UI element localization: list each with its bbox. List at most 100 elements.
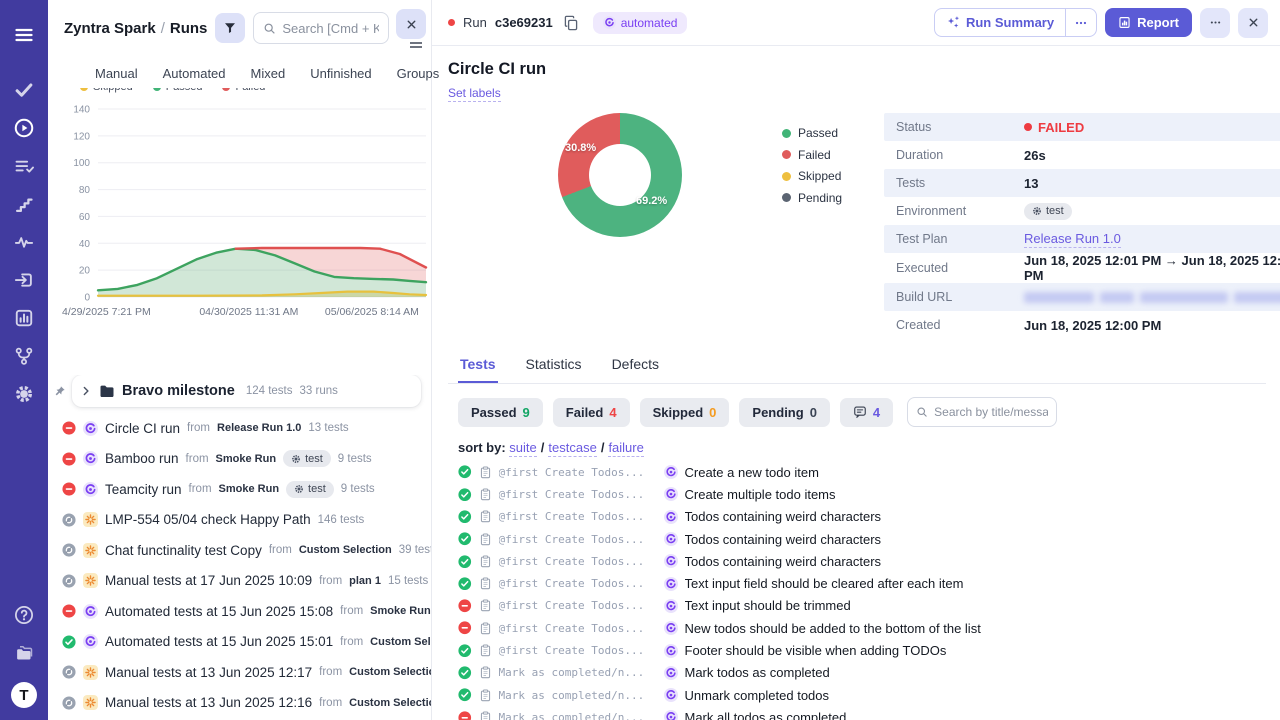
projects-folder-icon[interactable] — [14, 643, 34, 663]
detail-label: Created — [896, 318, 1024, 332]
run-list-item[interactable]: Circle CI run from Release Run 1.0 13 te… — [48, 413, 431, 444]
detail-row-environment: Environmenttest — [884, 197, 1280, 225]
run-list-item[interactable]: LMP-554 05/04 check Happy Path 146 tests — [48, 505, 431, 536]
test-list-item[interactable]: @first Create Todos... Todos containing … — [458, 528, 1266, 550]
run-source: Release Run 1.0 — [217, 422, 301, 434]
donut-failed-label: 30.8% — [565, 142, 596, 154]
run-list-item[interactable]: Automated tests at 15 Jun 2025 15:08 fro… — [48, 596, 431, 627]
more-actions-button[interactable] — [1200, 8, 1230, 38]
import-icon[interactable] — [14, 270, 34, 290]
clipboard-icon — [479, 622, 492, 635]
nav-rail: T — [0, 0, 48, 720]
run-list-item[interactable]: Manual tests at 13 Jun 2025 12:16 from C… — [48, 688, 431, 719]
test-list-item[interactable]: @first Create Todos... Todos containing … — [458, 550, 1266, 572]
run-name: Manual tests at 17 Jun 2025 10:09 — [105, 573, 312, 588]
test-list-item[interactable]: Mark as completed/n... Unmark completed … — [458, 684, 1266, 706]
test-status-icon — [458, 599, 472, 613]
run-list-item[interactable]: Automated tests at 15 Jun 2025 15:01 fro… — [48, 627, 431, 658]
run-label: Run — [463, 15, 487, 30]
run-from-label: from — [340, 636, 363, 648]
run-status-icon — [62, 665, 76, 679]
topbar-actions: Run Summary Report — [934, 8, 1268, 38]
test-list-item[interactable]: @first Create Todos... Footer should be … — [458, 639, 1266, 661]
test-list-item[interactable]: @first Create Todos... Create a new todo… — [458, 461, 1266, 483]
automated-icon — [664, 710, 678, 720]
left-tab-groups[interactable]: Groups — [397, 66, 440, 81]
chip-failed[interactable]: Failed4 — [553, 398, 630, 427]
test-list-item[interactable]: @first Create Todos... Todos containing … — [458, 506, 1266, 528]
sort-by-suite[interactable]: suite — [509, 440, 536, 457]
left-tab-unfinished[interactable]: Unfinished — [310, 66, 371, 81]
left-tab-automated[interactable]: Automated — [163, 66, 226, 81]
tab-defects[interactable]: Defects — [610, 356, 661, 383]
breadcrumb-project[interactable]: Zyntra Spark — [64, 20, 156, 37]
run-name: Manual tests at 13 Jun 2025 12:16 — [105, 695, 312, 710]
milestones-stairs-icon[interactable] — [14, 194, 34, 214]
left-tab-mixed[interactable]: Mixed — [251, 66, 286, 81]
help-icon[interactable] — [14, 605, 34, 625]
gear-icon — [291, 454, 301, 464]
run-name: Chat functinality test Copy — [105, 543, 262, 558]
tab-tests[interactable]: Tests — [458, 356, 498, 383]
close-run-button[interactable] — [1238, 8, 1268, 38]
run-status-dot — [448, 19, 455, 26]
tab-statistics[interactable]: Statistics — [524, 356, 584, 383]
set-labels-link[interactable]: Set labels — [448, 86, 501, 102]
run-list-item[interactable]: Teamcity run from Smoke Run test 9 tests — [48, 474, 431, 505]
pulse-activity-icon[interactable] — [14, 232, 34, 252]
test-list-item[interactable]: @first Create Todos... Create multiple t… — [458, 483, 1266, 505]
chip-comments[interactable]: 4 — [840, 398, 893, 427]
runs-trend-chart: 0204060801001201404/29/2025 7:21 PM04/30… — [60, 97, 432, 323]
breadcrumb-section[interactable]: Runs — [170, 20, 208, 37]
test-list-item[interactable]: Mark as completed/n... Mark todos as com… — [458, 662, 1266, 684]
automated-icon — [664, 599, 678, 613]
filter-button[interactable] — [215, 13, 245, 43]
test-list-item[interactable]: @first Create Todos... New todos should … — [458, 617, 1266, 639]
sort-by-failure[interactable]: failure — [608, 440, 643, 457]
run-name: Automated tests at 15 Jun 2025 15:08 — [105, 604, 333, 619]
chip-pending[interactable]: Pending0 — [739, 398, 830, 427]
test-list-item[interactable]: Mark as completed/n... Mark all todos as… — [458, 706, 1266, 720]
close-panel-button[interactable] — [396, 9, 426, 39]
chevron-right-icon[interactable] — [80, 385, 92, 397]
copy-icon[interactable] — [563, 15, 579, 31]
run-list-item[interactable]: Manual tests at 17 Jun 2025 10:09 from p… — [48, 566, 431, 597]
report-button[interactable]: Report — [1105, 8, 1192, 37]
automated-icon — [664, 621, 678, 635]
test-plan-link[interactable]: Release Run 1.0 — [1024, 231, 1121, 248]
result-filter-chips: Passed9 Failed4 Skipped0 Pending0 4 — [448, 384, 1266, 427]
plans-list-check-icon[interactable] — [14, 156, 34, 176]
settings-gear-icon[interactable] — [14, 384, 34, 404]
left-tab-manual[interactable]: Manual — [95, 66, 138, 81]
chip-skipped[interactable]: Skipped0 — [640, 398, 730, 427]
test-list-item[interactable]: @first Create Todos... Text input should… — [458, 595, 1266, 617]
run-list-item[interactable]: Bamboo run from Smoke Run test 9 tests — [48, 444, 431, 475]
global-search-input[interactable] — [282, 21, 379, 36]
passed-dot-icon — [782, 129, 791, 138]
run-summary-more-button[interactable] — [1065, 9, 1096, 36]
branch-icon[interactable] — [14, 346, 34, 366]
chip-passed[interactable]: Passed9 — [458, 398, 543, 427]
sort-by-testcase[interactable]: testcase — [548, 440, 596, 457]
run-source: Custom Selection — [370, 636, 431, 648]
tests-check-icon[interactable] — [14, 80, 34, 100]
run-status-icon — [62, 482, 76, 496]
milestone-name: Bravo milestone — [122, 383, 235, 399]
runs-play-icon[interactable] — [14, 118, 34, 138]
run-list-item[interactable]: Manual tests at 13 Jun 2025 12:17 from C… — [48, 657, 431, 688]
test-title: Todos containing weird characters — [685, 554, 882, 569]
milestone-folder-row[interactable]: Bravo milestone 124 tests 33 runs — [72, 375, 421, 407]
app-logo[interactable]: T — [11, 682, 37, 708]
analytics-chart-icon[interactable] — [14, 308, 34, 328]
panel-resize-handle[interactable] — [410, 42, 422, 48]
test-list-item[interactable]: @first Create Todos... Text input field … — [458, 572, 1266, 594]
pin-icon[interactable] — [54, 385, 66, 397]
tests-search-input[interactable] — [934, 405, 1048, 419]
test-suite: @first Create Todos... — [499, 488, 657, 501]
sort-label: sort by: — [458, 440, 506, 455]
run-overview: 30.8% 69.2% PassedFailedSkippedPending S… — [448, 113, 1266, 339]
run-list-item[interactable]: Chat functinality test Copy from Custom … — [48, 535, 431, 566]
trend-legend-item: Skipped — [80, 88, 133, 93]
menu-icon[interactable] — [14, 25, 34, 45]
run-summary-button[interactable]: Run Summary — [934, 8, 1097, 37]
